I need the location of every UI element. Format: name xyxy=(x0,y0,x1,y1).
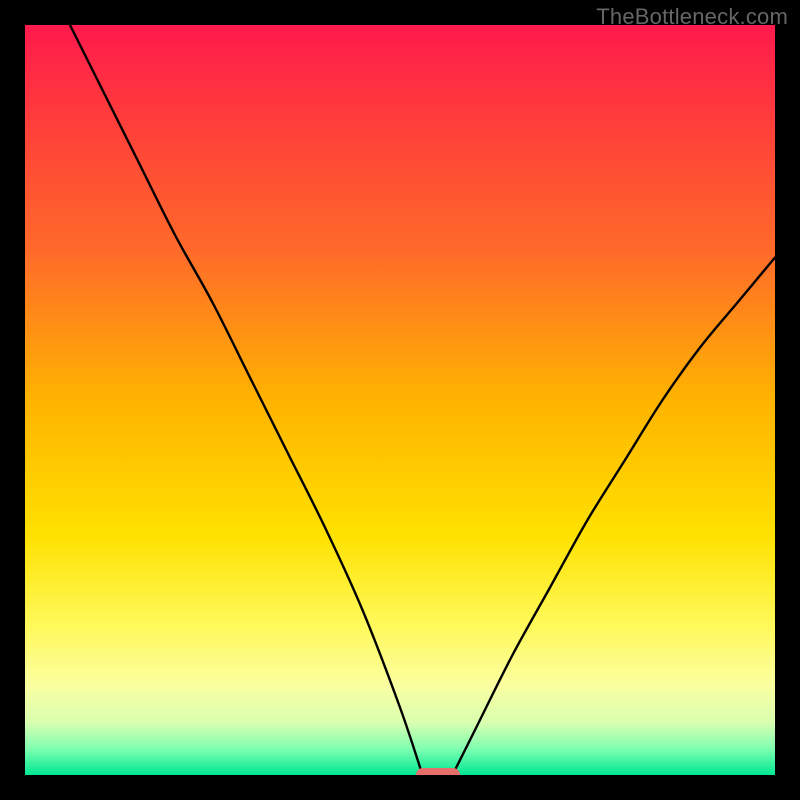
bottleneck-curve xyxy=(25,25,775,775)
optimal-marker xyxy=(416,768,460,775)
curve-left xyxy=(70,25,423,775)
watermark-text: TheBottleneck.com xyxy=(596,4,788,30)
curve-right xyxy=(453,258,776,776)
plot-area xyxy=(25,25,775,775)
plot-inner xyxy=(25,25,775,775)
chart-frame: TheBottleneck.com xyxy=(0,0,800,800)
